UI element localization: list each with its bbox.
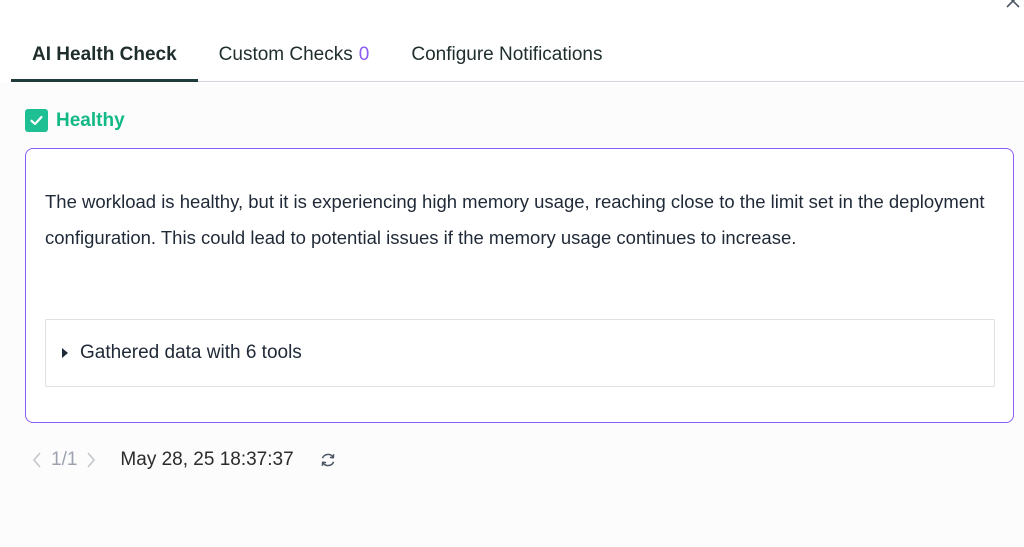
close-icon[interactable] bbox=[1004, 0, 1022, 10]
tab-label: Custom Checks bbox=[218, 44, 353, 65]
gathered-data-expander[interactable]: Gathered data with 6 tools bbox=[45, 319, 995, 387]
health-status: Healthy bbox=[25, 109, 125, 132]
checkbox-checked-icon bbox=[25, 109, 48, 132]
tab-custom-checks[interactable]: Custom Checks 0 bbox=[198, 29, 391, 81]
health-summary-card: The workload is healthy, but it is exper… bbox=[25, 148, 1014, 423]
tab-label: AI Health Check bbox=[32, 44, 177, 65]
chevron-left-icon[interactable] bbox=[27, 446, 47, 474]
page-indicator: 1/1 bbox=[51, 449, 78, 470]
status-label: Healthy bbox=[56, 109, 125, 131]
health-summary-text: The workload is healthy, but it is exper… bbox=[45, 191, 985, 248]
tab-configure-notifications[interactable]: Configure Notifications bbox=[390, 29, 623, 81]
gathered-data-label: Gathered data with 6 tools bbox=[80, 342, 302, 363]
chevron-right-icon[interactable] bbox=[81, 446, 101, 474]
caret-right-icon bbox=[62, 348, 68, 358]
custom-checks-count: 0 bbox=[358, 44, 370, 65]
refresh-icon[interactable] bbox=[318, 450, 338, 470]
tab-ai-health-check[interactable]: AI Health Check bbox=[11, 29, 198, 82]
result-pager: 1/1 May 28, 25 18:37:37 bbox=[27, 446, 338, 474]
tab-bar: AI Health Check Custom Checks 0 Configur… bbox=[11, 30, 1024, 82]
check-timestamp: May 28, 25 18:37:37 bbox=[120, 449, 294, 470]
tab-label: Configure Notifications bbox=[411, 44, 603, 65]
